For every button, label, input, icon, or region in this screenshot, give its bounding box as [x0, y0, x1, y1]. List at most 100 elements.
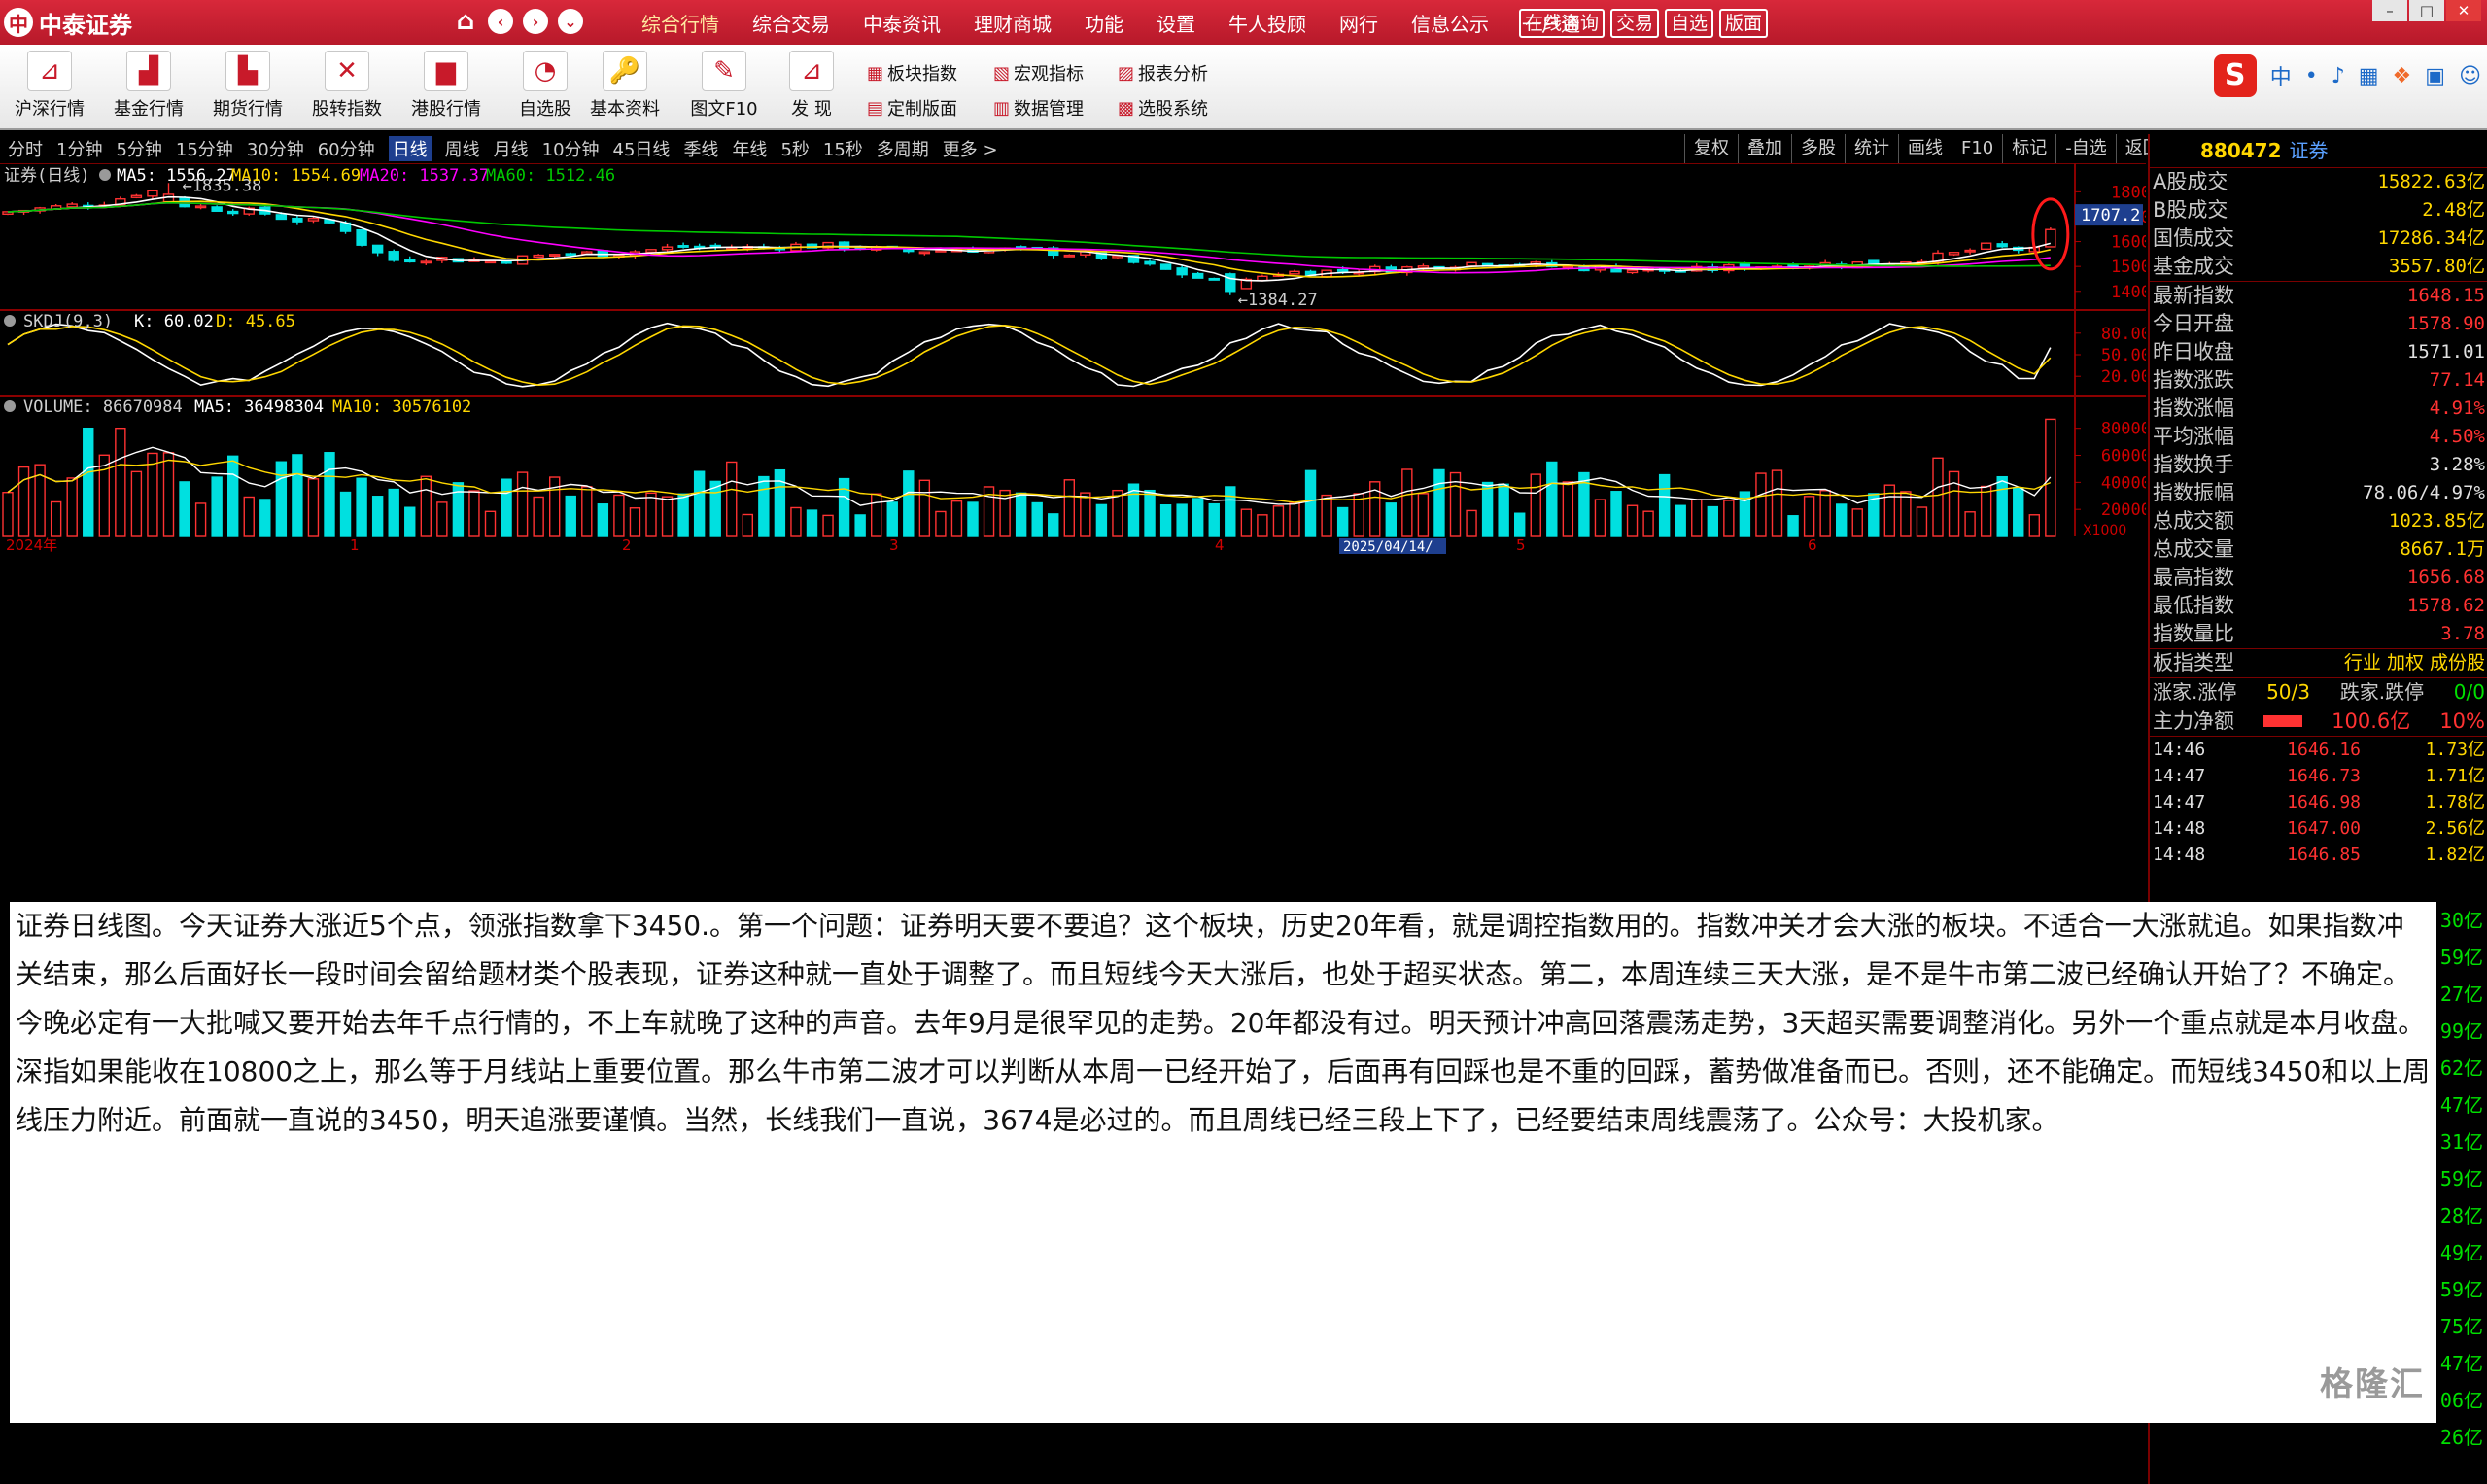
- volume-ma10-label: MA10: 30576102: [332, 397, 471, 417]
- period-tab[interactable]: 5秒: [780, 136, 809, 161]
- skdj-d-label: D: 45.65: [216, 312, 295, 331]
- period-tab[interactable]: 年线: [732, 136, 767, 161]
- tick-row: 14:47 1646.98 1.78亿: [2150, 789, 2487, 815]
- tool-data-management[interactable]: ▥ 数据管理: [993, 95, 1084, 121]
- top-menu-item[interactable]: 设置: [1157, 9, 1195, 37]
- dot-icon[interactable]: •: [2305, 64, 2318, 88]
- home-icon[interactable]: ⌂: [453, 7, 478, 36]
- period-tab[interactable]: 30分钟: [247, 136, 304, 161]
- period-tab[interactable]: 更多 >: [943, 136, 998, 161]
- candle-body: [147, 190, 158, 197]
- top-button[interactable]: 交易: [1610, 9, 1660, 38]
- tool-macro-indicators[interactable]: ▧ 宏观指标: [993, 60, 1084, 86]
- right-column-value: 75亿: [2439, 1315, 2483, 1338]
- tool-custom-layout[interactable]: ▤ 定制版面: [867, 95, 957, 121]
- candle-body: [1159, 263, 1172, 270]
- tool-chart[interactable]: ⊿ 沪深行情: [6, 51, 93, 121]
- chart-button[interactable]: F10: [1952, 134, 2002, 163]
- volume-bar: [1080, 492, 1091, 537]
- right-column-value: 59亿: [2439, 1278, 2483, 1301]
- grid-icon[interactable]: ▣: [2425, 64, 2445, 88]
- right-column-value: 62亿: [2439, 1056, 2483, 1080]
- tool-transfer-index[interactable]: ✕ 股转指数: [303, 51, 391, 121]
- quote-label: B股成交: [2153, 198, 2228, 222]
- tick-price: 1646.85: [2287, 845, 2361, 865]
- tool-discover[interactable]: ⊿ 发 现: [768, 51, 855, 121]
- quote-label: 今日开盘: [2153, 312, 2234, 335]
- top-menu-item[interactable]: 综合交易: [752, 9, 830, 37]
- top-menu-item[interactable]: 牛人投顾: [1228, 9, 1306, 37]
- period-tab[interactable]: 60分钟: [318, 136, 375, 161]
- tool-report-analysis[interactable]: ▨ 报表分析: [1118, 60, 1208, 86]
- chart-button[interactable]: 标记: [2002, 134, 2055, 163]
- volume-bar: [790, 506, 802, 537]
- skdj-k-label: K: 60.02: [134, 312, 214, 331]
- period-tab[interactable]: 周线: [445, 136, 480, 161]
- period-tab[interactable]: 5分钟: [116, 136, 161, 161]
- tool-futures-chart[interactable]: ▙ 期货行情: [204, 51, 292, 121]
- top-menu-item[interactable]: 功能: [1085, 9, 1123, 37]
- quote-row: 总成交量 8667.1万: [2150, 535, 2487, 564]
- volume-bar: [871, 493, 882, 537]
- top-menu-item[interactable]: 网行: [1339, 9, 1378, 37]
- period-tab[interactable]: 10分钟: [542, 136, 600, 161]
- dropdown-icon[interactable]: ⌄: [558, 9, 583, 34]
- volume-bar: [1658, 473, 1671, 537]
- minimize-icon[interactable]: –: [2372, 0, 2407, 21]
- chart-button[interactable]: 复权: [1684, 134, 1738, 163]
- cursor-price-label: 1707.2: [2081, 206, 2140, 225]
- volume-bar: [404, 506, 416, 537]
- volume-bar: [452, 482, 465, 537]
- volume-bar: [726, 461, 738, 537]
- back-icon[interactable]: ‹: [488, 9, 513, 34]
- microphone-icon[interactable]: ♪: [2332, 64, 2345, 88]
- tool-bar-chart[interactable]: ▟ 基金行情: [105, 51, 192, 121]
- skdj-d-line: [7, 324, 2052, 387]
- quote-row: A股成交 15822.63亿: [2150, 168, 2487, 196]
- tool-stock-picker[interactable]: ▩ 选股系统: [1118, 95, 1208, 121]
- period-tab[interactable]: 月线: [494, 136, 529, 161]
- tool-pen[interactable]: ✎ 图文F10: [680, 51, 768, 121]
- tool-hk-chart[interactable]: ▆ 港股行情: [402, 51, 490, 121]
- period-tab[interactable]: 日线: [388, 136, 432, 161]
- chart-button[interactable]: 画线: [1898, 134, 1952, 163]
- s-brand-icon[interactable]: S: [2213, 54, 2257, 97]
- top-button[interactable]: 在线咨询: [1519, 9, 1606, 38]
- top-menu-item[interactable]: 信息公示: [1411, 9, 1489, 37]
- chart-button[interactable]: 多股: [1791, 134, 1845, 163]
- period-tab[interactable]: 1分钟: [56, 136, 102, 161]
- keyboard-icon[interactable]: ▦: [2359, 64, 2379, 88]
- chart-icon: ⊿: [27, 51, 72, 91]
- period-tab[interactable]: 季线: [683, 136, 718, 161]
- collapse-icon: [99, 169, 111, 181]
- maximize-icon[interactable]: □: [2409, 0, 2444, 21]
- chart-button[interactable]: 统计: [1845, 134, 1898, 163]
- forward-icon[interactable]: ›: [523, 9, 548, 34]
- top-menu-item[interactable]: 中泰资讯: [863, 9, 941, 37]
- period-tab[interactable]: 45日线: [613, 136, 671, 161]
- top-button[interactable]: 版面: [1719, 9, 1769, 38]
- top-button[interactable]: 自选: [1665, 9, 1714, 38]
- chart-button[interactable]: 叠加: [1738, 134, 1791, 163]
- period-tab[interactable]: 15秒: [823, 136, 863, 161]
- top-menu-item[interactable]: 综合行情: [641, 9, 719, 37]
- tool-favorite[interactable]: ◔ 自选股: [501, 51, 589, 121]
- quote-value: 2.48亿: [2422, 199, 2485, 221]
- user-icon[interactable]: ☺: [2459, 64, 2481, 88]
- volume-bar: [629, 507, 641, 537]
- chart-button[interactable]: -自选: [2055, 134, 2116, 163]
- period-tab[interactable]: 分时: [8, 136, 43, 161]
- tool-sector-index[interactable]: ▦ 板块指数: [867, 60, 957, 86]
- period-tab[interactable]: 多周期: [877, 136, 929, 161]
- skin-icon[interactable]: ❖: [2393, 64, 2412, 88]
- volume-bar: [1610, 491, 1622, 537]
- period-tab[interactable]: 15分钟: [176, 136, 233, 161]
- language-icon[interactable]: 中: [2270, 60, 2292, 91]
- kline-chart[interactable]: 1800170016001500140080.0050.0020.0080000…: [0, 163, 2146, 902]
- volume-bar: [1626, 504, 1639, 537]
- top-menu-item[interactable]: 理财商城: [974, 9, 1052, 37]
- tool-key[interactable]: 🔑 基本资料: [581, 51, 669, 121]
- close-icon[interactable]: ✕: [2446, 0, 2481, 21]
- right-column-value: 30亿: [2439, 909, 2483, 932]
- volume-bar: [693, 470, 706, 537]
